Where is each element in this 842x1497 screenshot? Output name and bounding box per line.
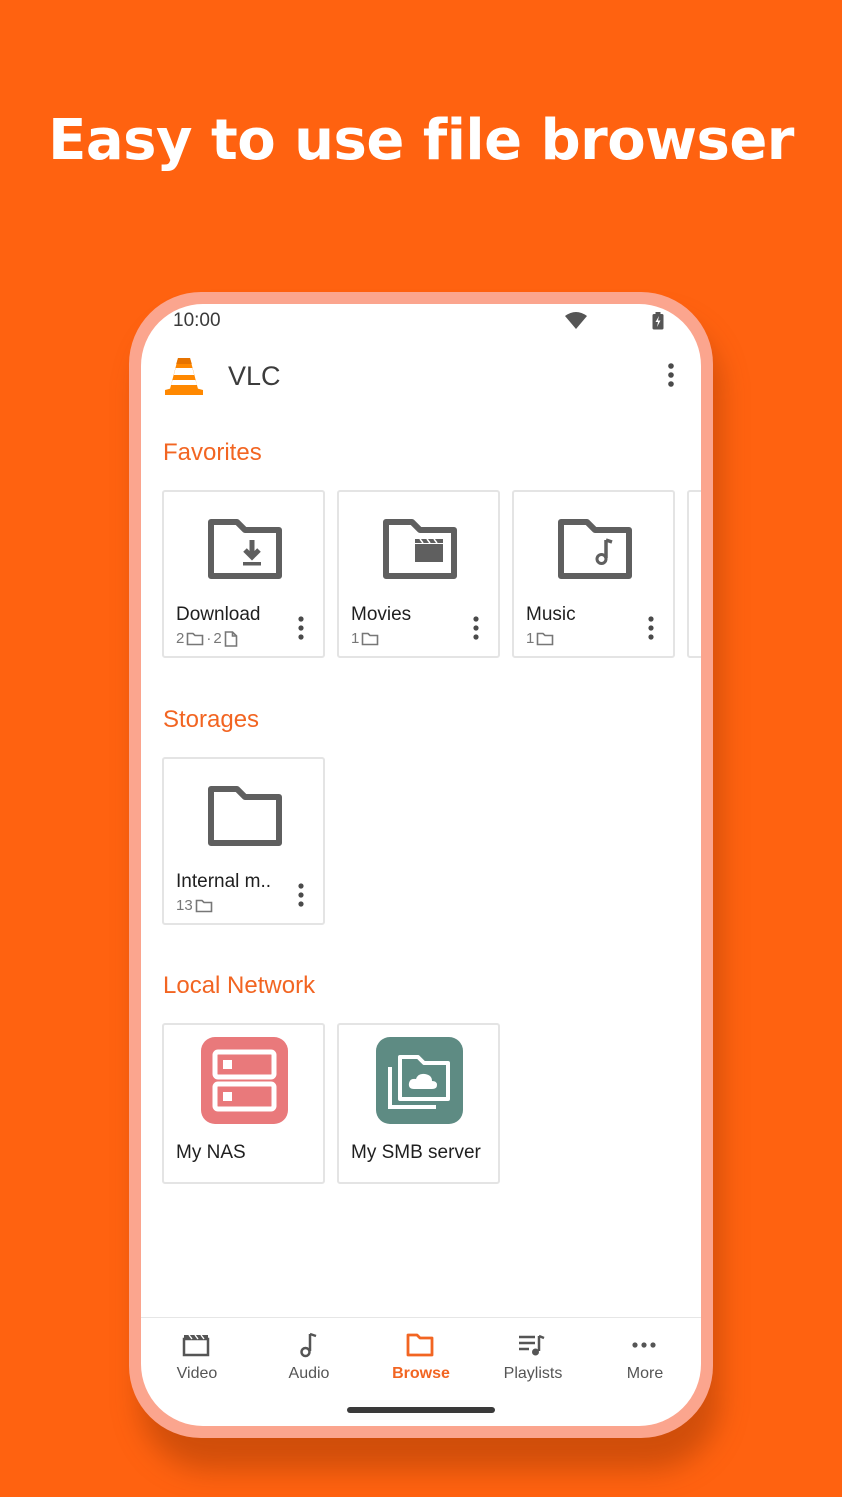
file-small-icon (224, 630, 237, 647)
meta-separator: · (206, 630, 212, 647)
video-icon (182, 1334, 210, 1357)
card-title: Internal m.. (176, 871, 272, 892)
status-time: 10:00 (173, 310, 221, 331)
storages-title: Storages (163, 706, 260, 733)
favorites-title: Favorites (163, 439, 262, 466)
card-title: My SMB server (351, 1142, 481, 1163)
headline: Easy to use file browser (48, 108, 794, 173)
folder-icon (208, 786, 282, 846)
folder-small-icon (195, 899, 212, 912)
card-meta: 1 (351, 630, 379, 647)
download-folder-icon (208, 519, 282, 579)
nav-label: More (626, 1365, 664, 1382)
home-indicator[interactable] (347, 1407, 495, 1413)
nav-label: Audio (288, 1365, 330, 1382)
favorite-card-movies[interactable]: Movies 1 (337, 490, 500, 658)
music-folder-icon (558, 519, 632, 579)
folder-count: 1 (351, 630, 360, 647)
nav-label: Playlists (503, 1365, 563, 1382)
favorite-card-music[interactable]: Music 1 (512, 490, 675, 658)
folder-small-icon (537, 632, 554, 645)
battery-icon (652, 312, 664, 330)
local-network-title: Local Network (163, 972, 316, 999)
card-title: Music (526, 604, 576, 625)
nav-label: Video (176, 1365, 218, 1382)
card-overflow-icon[interactable] (297, 883, 305, 907)
playlists-icon (519, 1334, 545, 1356)
wifi-icon (565, 312, 587, 329)
overflow-menu-icon[interactable] (660, 362, 682, 388)
card-overflow-icon[interactable] (647, 616, 655, 640)
vlc-logo-icon (165, 358, 203, 395)
card-title: Download (176, 604, 261, 625)
network-card-nas[interactable]: My NAS (162, 1023, 325, 1184)
file-count: 2 (213, 630, 222, 647)
card-title: My NAS (176, 1142, 246, 1163)
browse-folder-icon (406, 1333, 434, 1357)
movies-folder-icon (383, 519, 457, 579)
phone-screen: 10:00 VLC Favorites Download 2 · 2 Movie… (141, 304, 701, 1426)
card-meta: 1 (526, 630, 554, 647)
network-card-smb[interactable]: My SMB server (337, 1023, 500, 1184)
favorite-card-partial[interactable] (687, 490, 701, 658)
card-meta: 13 (176, 897, 213, 914)
nas-server-icon (201, 1037, 288, 1124)
card-overflow-icon[interactable] (472, 616, 480, 640)
folder-small-icon (362, 632, 379, 645)
folder-count: 2 (176, 630, 185, 647)
audio-icon (300, 1332, 317, 1358)
folder-count: 13 (176, 897, 193, 914)
folder-count: 1 (526, 630, 535, 647)
card-overflow-icon[interactable] (297, 616, 305, 640)
card-meta: 2 · 2 (176, 630, 238, 647)
nav-label: Browse (392, 1365, 450, 1382)
app-title: VLC (228, 361, 281, 391)
more-dots-icon (632, 1342, 656, 1348)
favorite-card-download[interactable]: Download 2 · 2 (162, 490, 325, 658)
smb-server-icon (376, 1037, 463, 1124)
folder-small-icon (187, 632, 204, 645)
card-title: Movies (351, 604, 412, 625)
storage-card-internal[interactable]: Internal m.. 13 (162, 757, 325, 925)
